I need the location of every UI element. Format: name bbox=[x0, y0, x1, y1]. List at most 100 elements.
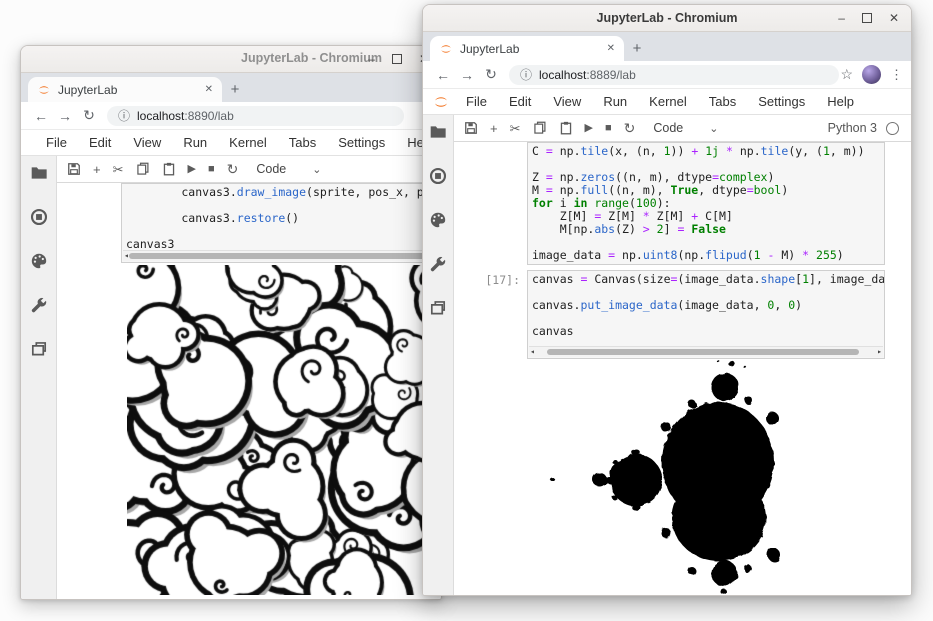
url-host: localhost bbox=[539, 68, 586, 82]
notebook-content: C = np.tile(x, (n, 1)) + 1j * np.tile(y,… bbox=[454, 142, 911, 595]
jupyterlab-menubar: FileEditViewRunKernelTabsSettingsHelp bbox=[21, 130, 441, 156]
code-cell[interactable]: C = np.tile(x, (n, 1)) + 1j * np.tile(y,… bbox=[527, 142, 885, 265]
window-titlebar[interactable]: JupyterLab - Chromium – ✕ bbox=[21, 46, 441, 73]
stop-button[interactable]: ■ bbox=[208, 164, 215, 175]
background-browser-window: JupyterLab - Chromium – ✕ JupyterLab ✕ +… bbox=[20, 45, 442, 600]
browser-tabstrip: JupyterLab ✕ + bbox=[21, 73, 441, 102]
notebook-toolbar: + ✂ ▶ ■ ↻ Code ⌄ bbox=[57, 156, 441, 183]
copy-button[interactable] bbox=[533, 121, 547, 135]
menu-item-run[interactable]: Run bbox=[592, 94, 638, 109]
menu-item-settings[interactable]: Settings bbox=[327, 135, 396, 150]
chevron-down-icon[interactable]: ⌄ bbox=[709, 122, 718, 135]
folder-icon[interactable] bbox=[429, 123, 447, 141]
stop-button[interactable]: ■ bbox=[605, 123, 612, 134]
address-bar[interactable]: ⓘ localhost:8889/lab bbox=[509, 65, 839, 85]
save-button[interactable] bbox=[67, 162, 81, 176]
forward-icon[interactable]: → bbox=[53, 108, 77, 124]
maximize-button[interactable] bbox=[862, 13, 872, 23]
maximize-button[interactable] bbox=[392, 54, 402, 64]
menu-item-tabs[interactable]: Tabs bbox=[698, 94, 747, 109]
menu-item-help[interactable]: Help bbox=[816, 94, 865, 109]
jupyter-favicon bbox=[37, 83, 51, 97]
menu-item-file[interactable]: File bbox=[35, 135, 78, 150]
code-line: canvas3.restore() bbox=[126, 212, 441, 225]
running-icon[interactable] bbox=[429, 167, 447, 185]
palette-icon[interactable] bbox=[30, 252, 48, 270]
site-info-icon[interactable]: ⓘ bbox=[520, 66, 532, 83]
jupyterlab-sidebar bbox=[21, 156, 57, 599]
menu-item-kernel[interactable]: Kernel bbox=[638, 94, 698, 109]
close-button[interactable]: ✕ bbox=[889, 12, 899, 24]
paste-button[interactable] bbox=[559, 121, 573, 135]
new-tab-button[interactable]: + bbox=[624, 36, 650, 61]
menu-item-view[interactable]: View bbox=[122, 135, 172, 150]
menu-item-run[interactable]: Run bbox=[172, 135, 218, 150]
reload-icon[interactable]: ↻ bbox=[479, 66, 503, 83]
cell-type-dropdown[interactable]: Code bbox=[653, 121, 683, 135]
cut-button[interactable]: ✂ bbox=[113, 163, 124, 176]
run-button[interactable]: ▶ bbox=[188, 164, 196, 175]
menu-item-file[interactable]: File bbox=[455, 94, 498, 109]
copy-button[interactable] bbox=[136, 162, 150, 176]
site-info-icon[interactable]: ⓘ bbox=[118, 107, 130, 124]
address-bar[interactable]: ⓘ localhost:8890/lab bbox=[107, 106, 404, 126]
code-cell[interactable]: canvas3.draw_image(sprite, pos_x, pos_y … bbox=[121, 183, 441, 263]
minimize-button[interactable]: – bbox=[368, 53, 375, 65]
code-cell[interactable]: canvas = Canvas(size=(image_data.shape[1… bbox=[527, 270, 885, 359]
reload-icon[interactable]: ↻ bbox=[77, 107, 101, 124]
scrollbar-thumb[interactable] bbox=[547, 349, 859, 355]
profile-avatar[interactable] bbox=[862, 65, 881, 84]
forward-icon[interactable]: → bbox=[455, 67, 479, 83]
browser-menu-icon[interactable]: ⋮ bbox=[890, 67, 903, 83]
jupyter-favicon bbox=[439, 42, 453, 56]
back-icon[interactable]: ← bbox=[431, 67, 455, 83]
tabs-icon[interactable] bbox=[429, 299, 447, 317]
notebook-panel: + ✂ ▶ ■ ↻ Code ⌄ Python 3 C = np.tile(x, (n,… bbox=[454, 115, 911, 595]
cell-type-dropdown[interactable]: Code bbox=[256, 162, 286, 176]
wrench-icon[interactable] bbox=[30, 296, 48, 314]
cut-button[interactable]: ✂ bbox=[510, 122, 521, 135]
restart-button[interactable]: ↻ bbox=[227, 162, 239, 176]
url-host: localhost bbox=[137, 109, 184, 123]
back-icon[interactable]: ← bbox=[29, 108, 53, 124]
browser-tabstrip: JupyterLab ✕ + bbox=[423, 32, 911, 61]
chevron-down-icon[interactable]: ⌄ bbox=[312, 163, 321, 176]
save-button[interactable] bbox=[464, 121, 478, 135]
running-icon[interactable] bbox=[30, 208, 48, 226]
menu-item-settings[interactable]: Settings bbox=[747, 94, 816, 109]
menu-item-edit[interactable]: Edit bbox=[78, 135, 122, 150]
paste-button[interactable] bbox=[162, 162, 176, 176]
scroll-right-icon[interactable]: ▸ bbox=[877, 347, 882, 357]
notebook-toolbar: + ✂ ▶ ■ ↻ Code ⌄ Python 3 bbox=[454, 115, 911, 142]
tabs-icon[interactable] bbox=[30, 340, 48, 358]
palette-icon[interactable] bbox=[429, 211, 447, 229]
menu-item-kernel[interactable]: Kernel bbox=[218, 135, 278, 150]
add-button[interactable]: + bbox=[490, 122, 498, 135]
tab-close-icon[interactable]: ✕ bbox=[205, 84, 213, 95]
cell-horizontal-scrollbar[interactable]: ◂ ▸ bbox=[123, 250, 441, 261]
code-line: M[np.abs(Z) > 2] = False bbox=[532, 223, 884, 236]
code-line bbox=[532, 312, 884, 325]
scroll-left-icon[interactable]: ◂ bbox=[530, 347, 535, 357]
new-tab-button[interactable]: + bbox=[222, 77, 248, 102]
minimize-button[interactable]: – bbox=[838, 12, 845, 24]
run-button[interactable]: ▶ bbox=[585, 123, 593, 134]
bookmark-star-icon[interactable]: ☆ bbox=[840, 66, 853, 83]
tab-close-icon[interactable]: ✕ bbox=[607, 43, 615, 54]
menu-item-view[interactable]: View bbox=[542, 94, 592, 109]
browser-tab-jupyterlab[interactable]: JupyterLab ✕ bbox=[430, 36, 624, 61]
cell-horizontal-scrollbar[interactable]: ◂ ▸ bbox=[529, 346, 883, 357]
restart-button[interactable]: ↻ bbox=[624, 121, 636, 135]
menu-item-edit[interactable]: Edit bbox=[498, 94, 542, 109]
code-line: canvas bbox=[532, 325, 884, 338]
add-button[interactable]: + bbox=[93, 163, 101, 176]
kernel-name[interactable]: Python 3 bbox=[828, 121, 877, 135]
tab-label: JupyterLab bbox=[58, 83, 198, 97]
menu-item-tabs[interactable]: Tabs bbox=[278, 135, 327, 150]
folder-icon[interactable] bbox=[30, 164, 48, 182]
window-titlebar[interactable]: JupyterLab - Chromium – ✕ bbox=[423, 5, 911, 32]
wrench-icon[interactable] bbox=[429, 255, 447, 273]
scrollbar-thumb[interactable] bbox=[129, 253, 441, 259]
browser-tab-jupyterlab[interactable]: JupyterLab ✕ bbox=[28, 77, 222, 102]
mandelbrot-output bbox=[454, 357, 886, 594]
